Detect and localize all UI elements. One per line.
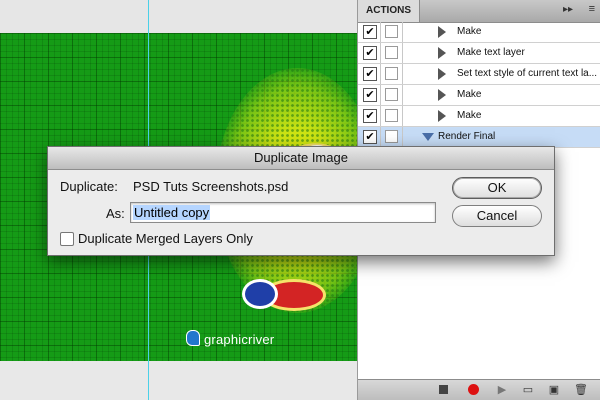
toggle-item-checkbox[interactable]: ✔ xyxy=(363,25,377,39)
toggle-item-checkbox[interactable]: ✔ xyxy=(363,67,377,81)
toggle-dialog-box[interactable] xyxy=(385,130,398,143)
action-label: Set text style of current text la... xyxy=(457,68,597,79)
trash-icon[interactable]: 🗑 xyxy=(574,384,588,396)
action-row[interactable]: ✔ Make xyxy=(358,106,600,127)
column-divider xyxy=(380,127,381,147)
play-icon[interactable]: ▶ xyxy=(496,384,508,396)
duplicate-image-dialog: Duplicate Image Duplicate: PSD Tuts Scre… xyxy=(47,146,555,256)
action-set-row[interactable]: ✔ Render Final xyxy=(358,127,600,148)
canvas-pasteboard xyxy=(0,361,357,400)
collapse-triangle-icon[interactable] xyxy=(422,133,434,141)
duplicate-label: Duplicate: xyxy=(60,179,118,194)
expand-triangle-icon[interactable] xyxy=(438,26,446,38)
action-row[interactable]: ✔ Make xyxy=(358,85,600,106)
toggle-dialog-box[interactable] xyxy=(385,25,398,38)
expand-triangle-icon[interactable] xyxy=(438,89,446,101)
graphicriver-logo-icon xyxy=(186,330,200,346)
action-row[interactable]: ✔ Set text style of current text la... xyxy=(358,64,600,85)
actions-list: ✔ Make ✔ Make text layer ✔ Set text styl… xyxy=(358,22,600,148)
stop-square xyxy=(439,385,448,394)
graphicriver-logo: graphicriver xyxy=(186,330,274,347)
new-action-icon[interactable]: ▣ xyxy=(548,384,560,396)
column-divider xyxy=(402,43,403,63)
actions-panel-footer: ▶ ▭ ▣ 🗑 xyxy=(358,379,600,400)
action-label: Make xyxy=(457,110,482,121)
toggle-item-checkbox[interactable]: ✔ xyxy=(363,46,377,60)
column-divider xyxy=(380,64,381,84)
toggle-item-checkbox[interactable]: ✔ xyxy=(363,130,377,144)
toggle-dialog-box[interactable] xyxy=(385,46,398,59)
toggle-dialog-box[interactable] xyxy=(385,67,398,80)
action-row[interactable]: ✔ Make xyxy=(358,22,600,43)
toggle-dialog-box[interactable] xyxy=(385,88,398,101)
toggle-dialog-box[interactable] xyxy=(385,109,398,122)
expand-triangle-icon[interactable] xyxy=(438,47,446,59)
action-label: Make xyxy=(457,26,482,37)
record-dot xyxy=(468,384,479,395)
toggle-item-checkbox[interactable]: ✔ xyxy=(363,88,377,102)
column-divider xyxy=(402,106,403,126)
expand-triangle-icon[interactable] xyxy=(438,110,446,122)
column-divider xyxy=(380,22,381,42)
action-set-label: Render Final xyxy=(438,131,496,142)
column-divider xyxy=(380,43,381,63)
column-divider xyxy=(402,22,403,42)
record-icon[interactable] xyxy=(468,384,480,396)
toggle-item-checkbox[interactable]: ✔ xyxy=(363,109,377,123)
logo-text: graphicriver xyxy=(204,332,275,347)
ok-button[interactable]: OK xyxy=(452,177,542,199)
as-label: As: xyxy=(106,206,125,221)
panel-menu-icon[interactable]: ≡ xyxy=(589,3,595,15)
column-divider xyxy=(402,127,403,147)
blue-badge-shape-lower xyxy=(242,279,278,309)
tab-actions[interactable]: ACTIONS xyxy=(358,0,420,22)
as-name-input[interactable]: Untitled copy xyxy=(130,202,436,223)
actions-panel-header: ACTIONS ▸▸ ≡ xyxy=(358,0,600,23)
as-name-value[interactable]: Untitled copy xyxy=(133,205,211,220)
action-label: Make text layer xyxy=(457,47,525,58)
new-set-folder-icon[interactable]: ▭ xyxy=(522,384,534,396)
column-divider xyxy=(380,85,381,105)
expand-triangle-icon[interactable] xyxy=(438,68,446,80)
column-divider xyxy=(402,64,403,84)
column-divider xyxy=(402,85,403,105)
action-row[interactable]: ✔ Make text layer xyxy=(358,43,600,64)
merged-layers-checkbox[interactable] xyxy=(60,232,74,246)
column-divider xyxy=(380,106,381,126)
action-label: Make xyxy=(457,89,482,100)
dialog-title: Duplicate Image xyxy=(48,147,554,170)
duplicate-source-name: PSD Tuts Screenshots.psd xyxy=(133,179,289,194)
cancel-button[interactable]: Cancel xyxy=(452,205,542,227)
collapse-panel-icon[interactable]: ▸▸ xyxy=(563,4,573,15)
stop-icon[interactable] xyxy=(438,384,450,396)
merged-layers-label[interactable]: Duplicate Merged Layers Only xyxy=(78,231,253,246)
